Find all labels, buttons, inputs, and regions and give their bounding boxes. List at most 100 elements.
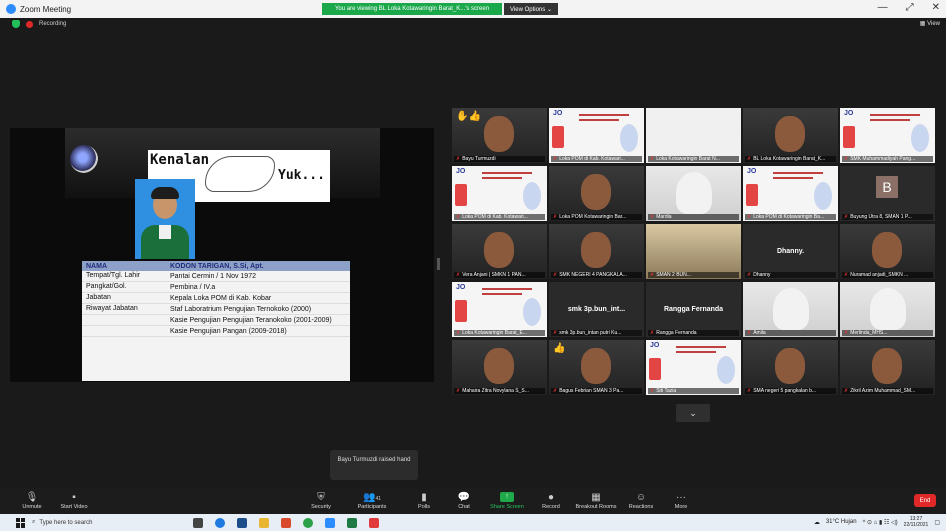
split-drag-handle[interactable] — [437, 258, 440, 270]
participant-face — [676, 172, 712, 214]
task-view-icon[interactable] — [193, 517, 203, 528]
participant-tile[interactable]: ✗ Nuramad anjadi_SMKN ... — [840, 224, 935, 279]
participant-name-label: ✗ BL Loka Kotawaringin Barat_K... — [745, 156, 836, 162]
participants-button[interactable]: 👥41 Participants — [342, 491, 402, 510]
windows-taskbar: ⌕ Type here to search ☁ 31°C Hujan ^ ⊙ ⌂… — [0, 514, 946, 531]
participant-tile[interactable]: ✗ Merlinda_MHS... — [840, 282, 935, 337]
slide-yuk-text: Yuk... — [278, 168, 325, 183]
mic-muted-icon: ✗ — [747, 330, 752, 336]
participant-tile[interactable]: B ✗ Buyung Utra 8, SMAN 1 P... — [840, 166, 935, 221]
view-layout-button[interactable]: ▦ View — [920, 20, 940, 27]
participant-name-label: ✗ SMK Muhammadiyah Pang... — [842, 156, 933, 162]
mic-muted-icon: ✗ — [456, 214, 461, 220]
view-options-button[interactable]: View Options ⌄ — [504, 3, 558, 15]
participant-tile[interactable]: ✗ SMAN 2 BUN... — [646, 224, 741, 279]
mic-muted-icon: ✗ — [553, 214, 558, 220]
participant-tile[interactable]: ✗ Mardia — [646, 166, 741, 221]
mic-muted-icon: ✗ — [553, 388, 558, 394]
participant-tile[interactable]: JO ✗ Loka POM di Kab. Kotawari... — [452, 166, 547, 221]
taskbar-search[interactable]: ⌕ Type here to search — [32, 516, 187, 529]
table-row: Jabatan Kepala Loka POM di Kab. Kobar — [82, 293, 350, 304]
participant-tile[interactable]: ✋👍 ✗ Bayu Turmuzdi — [452, 108, 547, 163]
share-screen-icon: ↑ — [500, 492, 514, 502]
edge-icon[interactable] — [215, 517, 225, 528]
participant-tile[interactable]: JO ✗ Loka POM di Kotawaringin Ba... — [743, 166, 838, 221]
chevron-down-icon[interactable]: ⌄ — [676, 404, 710, 422]
participant-name-label: ✗ SMA negeri 5 pangkalan b... — [745, 388, 836, 394]
mic-muted-icon: ✗ — [553, 272, 558, 278]
window-title: Zoom Meeting — [20, 4, 72, 14]
poster-background: JO — [743, 166, 838, 221]
participant-name-label: ✗ Bayu Turmuzdi — [454, 156, 545, 162]
participant-tile[interactable]: Dhanny. ✗ Dhanny — [743, 224, 838, 279]
participants-icon: 👥41 — [362, 492, 381, 503]
participant-tile[interactable]: ✗ Amila — [743, 282, 838, 337]
poster-background: JO — [549, 108, 644, 163]
participant-name-label: ✗ Loka Kotawaringin Barat_E... — [454, 330, 545, 336]
mic-muted-icon: ✗ — [844, 388, 849, 394]
close-icon[interactable]: ✕ — [932, 2, 940, 13]
reactions-icon: ☺ — [635, 492, 647, 503]
weather-text: 31°C Hujan — [825, 519, 857, 525]
weather-icon: ☁ — [813, 519, 820, 526]
zoom-logo-icon — [6, 4, 16, 14]
system-tray: ☁ 31°C Hujan ^ ⊙ ⌂ ▮ ☷ ◁) 13:27 22/11/20… — [814, 516, 940, 528]
chrome-icon[interactable] — [303, 517, 313, 528]
end-meeting-button[interactable]: End — [914, 494, 936, 507]
participant-tile[interactable]: ✗ SMK NEGERI 4 PANGKALA... — [549, 224, 644, 279]
minimize-icon[interactable]: — — [878, 2, 888, 13]
slide-logo-icon — [70, 145, 98, 173]
participant-name-label: ✗ smk 3p.bun_intan putri Ku... — [551, 330, 642, 336]
participant-tile[interactable]: ✗ Loka POM Kotawaringin Bar... — [549, 166, 644, 221]
poster-background: JO — [840, 108, 935, 163]
zoom-taskbar-icon[interactable] — [325, 517, 335, 528]
fullscreen-icon[interactable]: ⤢ — [906, 2, 914, 13]
participant-name-label: ✗ Siti Tazia — [648, 388, 739, 394]
participant-tile[interactable]: ✗ Loka Kotawaringin Barat N... — [646, 108, 741, 163]
security-shield-icon[interactable] — [12, 20, 20, 28]
participant-tile[interactable]: JO ✗ Loka Kotawaringin Barat_E... — [452, 282, 547, 337]
participant-name-label: ✗ Loka POM di Kab. Kotawari... — [454, 214, 545, 220]
start-video-button[interactable]: ▪ Start Video — [44, 491, 104, 510]
mic-muted-icon: ✗ — [456, 272, 461, 278]
raised-hand-icon: ✋👍 — [456, 111, 481, 122]
more-button[interactable]: ··· More — [651, 491, 711, 510]
file-explorer-icon[interactable] — [259, 517, 269, 528]
profile-table: NAMA KODON TARIGAN, S.Si, Apt. Tempat/Tg… — [82, 261, 350, 381]
participant-name-label: ✗ Loka POM di Kab. Kotawari... — [551, 156, 642, 162]
recording-dot-icon — [26, 20, 33, 28]
participant-tile[interactable]: JO ✗ SMK Muhammadiyah Pang... — [840, 108, 935, 163]
participant-name-label: ✗ SMAN 2 BUN... — [648, 272, 739, 278]
powerpoint-icon[interactable] — [281, 517, 291, 528]
notifications-icon[interactable]: ▢ — [934, 519, 940, 526]
participant-tile[interactable]: ✗ Mahaira Zitra Novylana S_S... — [452, 340, 547, 395]
participant-tile[interactable]: ✗ SMA negeri 5 pangkalan b... — [743, 340, 838, 395]
participant-face — [872, 232, 902, 268]
clock[interactable]: 13:27 22/11/2021 — [904, 516, 929, 528]
participant-name-label: ✗ Bagus Febrian SMAN 3 Pa... — [551, 388, 642, 394]
participant-tile[interactable]: smk 3p.bun_int... ✗ smk 3p.bun_intan putri… — [549, 282, 644, 337]
participant-face — [775, 116, 805, 152]
tray-icons[interactable]: ^ ⊙ ⌂ ▮ ☷ ◁) — [863, 519, 898, 526]
participant-tile[interactable]: ✗ BL Loka Kotawaringin Barat_K... — [743, 108, 838, 163]
participant-tile[interactable]: ✗ Vera Anjani | SMKN 1 PAN... — [452, 224, 547, 279]
participant-name-label: ✗ SMK NEGERI 4 PANGKALA... — [551, 272, 642, 278]
table-row: Pangkat/Gol. Pembina / IV.a — [82, 282, 350, 293]
participant-name-large: smk 3p.bun_int... — [567, 306, 626, 313]
participant-name-label: ✗ Amila — [745, 330, 836, 336]
mic-muted-icon: ✗ — [456, 388, 461, 394]
windows-start-icon[interactable] — [16, 517, 26, 528]
mic-muted-icon: ✗ — [650, 330, 655, 336]
participant-tile[interactable]: JO ✗ Loka POM di Kab. Kotawari... — [549, 108, 644, 163]
acrobat-icon[interactable] — [369, 517, 379, 528]
record-icon: ● — [547, 492, 555, 503]
store-icon[interactable] — [237, 517, 247, 528]
participant-tile[interactable]: JO ✗ Siti Tazia — [646, 340, 741, 395]
profile-table-header: NAMA KODON TARIGAN, S.Si, Apt. — [82, 261, 350, 271]
excel-icon[interactable] — [347, 517, 357, 528]
participant-tile[interactable]: 👍 ✗ Bagus Febrian SMAN 3 Pa... — [549, 340, 644, 395]
participant-name-label: ✗ Loka Kotawaringin Barat N... — [648, 156, 739, 162]
participant-name-label: ✗ Nuramad anjadi_SMKN ... — [842, 272, 933, 278]
participant-tile[interactable]: Rangga Fernanda ✗ Rangga Fernanda — [646, 282, 741, 337]
participant-tile[interactable]: ✗ Zikril Azim Muhammad_SM... — [840, 340, 935, 395]
